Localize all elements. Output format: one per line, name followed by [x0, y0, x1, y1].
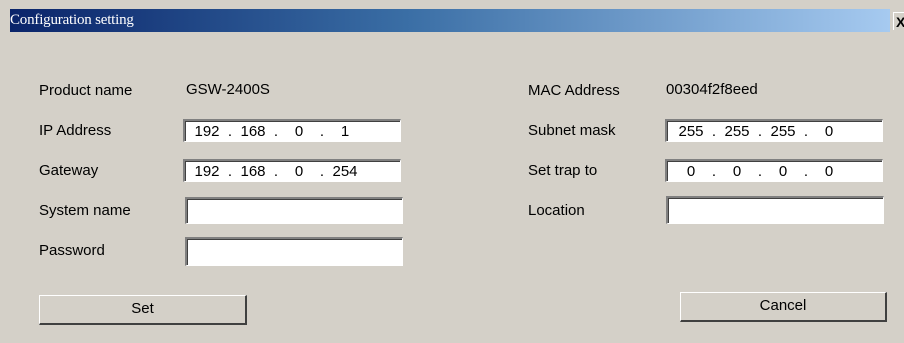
ip-octet-1[interactable]: 192	[189, 123, 225, 140]
cancel-button[interactable]: Cancel	[680, 292, 887, 322]
close-button[interactable]: X	[893, 12, 904, 30]
trap-octet-3[interactable]: 0	[765, 163, 801, 180]
ip-dot: .	[803, 162, 809, 180]
ip-dot: .	[711, 162, 717, 180]
trap-octet-2[interactable]: 0	[719, 163, 755, 180]
set-trap-label: Set trap to	[528, 162, 598, 179]
mac-address-value: 00304f2f8eed	[666, 81, 758, 98]
ip-dot: .	[319, 122, 325, 140]
subnet-octet-3[interactable]: 255	[765, 123, 801, 140]
trap-octet-4[interactable]: 0	[811, 163, 847, 180]
product-name-label: Product name	[39, 82, 133, 99]
ip-dot: .	[757, 122, 763, 140]
product-name-value: GSW-2400S	[186, 81, 270, 98]
trap-octet-1[interactable]: 0	[673, 163, 709, 180]
ip-dot: .	[757, 162, 763, 180]
ip-dot: .	[227, 162, 233, 180]
configuration-dialog: Configuration setting X Product name GSW…	[0, 0, 904, 343]
cancel-button-label: Cancel	[759, 297, 807, 314]
ip-dot: .	[319, 162, 325, 180]
password-field[interactable]	[185, 237, 403, 266]
set-button[interactable]: Set	[39, 295, 247, 325]
gateway-octet-3[interactable]: 0	[281, 163, 317, 180]
subnet-octet-2[interactable]: 255	[719, 123, 755, 140]
ip-octet-4[interactable]: 1	[327, 123, 363, 140]
title-bar: Configuration setting	[10, 9, 890, 32]
gateway-octet-1[interactable]: 192	[189, 163, 225, 180]
gateway-field[interactable]: 192 . 168 . 0 . 254	[183, 159, 401, 182]
ip-octet-3[interactable]: 0	[281, 123, 317, 140]
ip-dot: .	[273, 122, 279, 140]
password-label: Password	[39, 242, 105, 259]
ip-dot: .	[273, 162, 279, 180]
gateway-octet-4[interactable]: 254	[327, 163, 363, 180]
location-label: Location	[528, 202, 585, 219]
subnet-mask-field[interactable]: 255 . 255 . 255 . 0	[665, 119, 883, 142]
set-trap-field[interactable]: 0 . 0 . 0 . 0	[665, 159, 883, 182]
ip-octet-2[interactable]: 168	[235, 123, 271, 140]
gateway-label: Gateway	[39, 162, 99, 179]
ip-dot: .	[711, 122, 717, 140]
system-name-label: System name	[39, 202, 131, 219]
subnet-mask-label: Subnet mask	[528, 122, 616, 139]
subnet-octet-1[interactable]: 255	[673, 123, 709, 140]
ip-dot: .	[803, 122, 809, 140]
subnet-octet-4[interactable]: 0	[811, 123, 847, 140]
ip-dot: .	[227, 122, 233, 140]
set-button-label: Set	[131, 300, 154, 317]
ip-address-field[interactable]: 192 . 168 . 0 . 1	[183, 119, 401, 142]
gateway-octet-2[interactable]: 168	[235, 163, 271, 180]
system-name-field[interactable]	[185, 197, 403, 224]
mac-address-label: MAC Address	[528, 82, 620, 99]
ip-address-label: IP Address	[39, 122, 112, 139]
location-field[interactable]	[666, 196, 884, 224]
window-title: Configuration setting	[10, 12, 134, 28]
close-icon: X	[896, 14, 904, 30]
